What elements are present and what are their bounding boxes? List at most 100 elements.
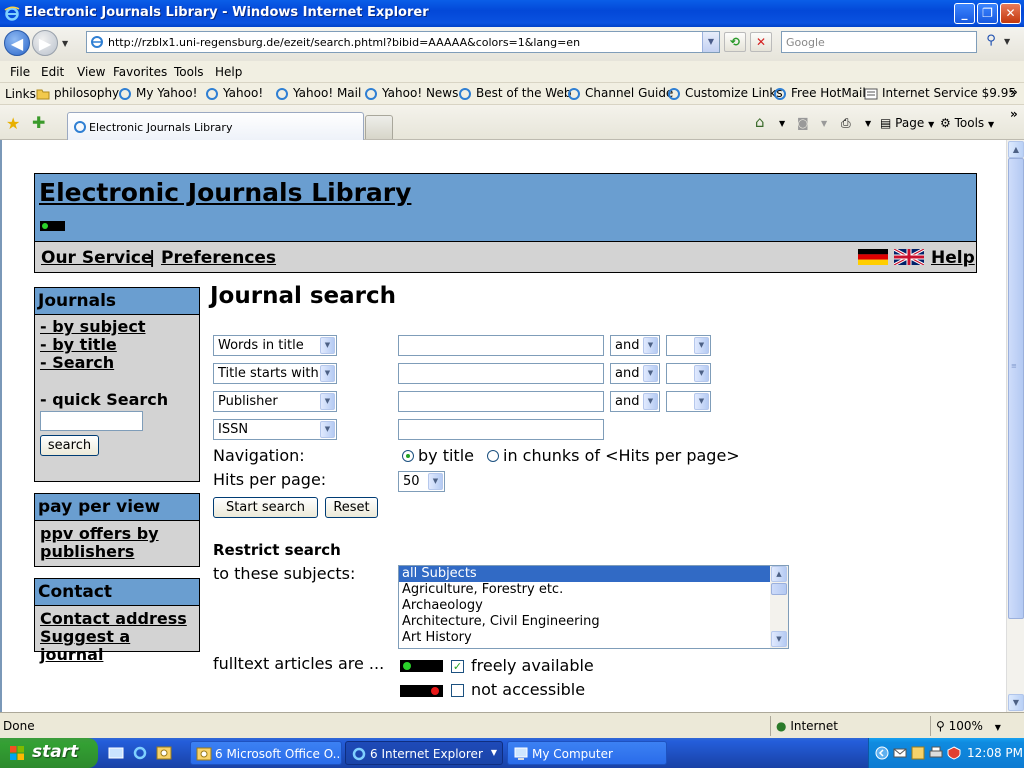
tools-menu-button[interactable]: ⚙ Tools ▼ (940, 116, 994, 130)
help-link[interactable]: Help (931, 248, 975, 268)
link-yahoo-news[interactable]: Yahoo! News (364, 86, 458, 103)
command-overflow-chevron-icon[interactable]: » (1010, 107, 1018, 121)
quick-search-input[interactable] (40, 411, 143, 431)
link-my-yahoo[interactable]: My Yahoo! (118, 86, 197, 103)
subject-option[interactable]: Archaeology (399, 598, 788, 614)
search-term-input-2[interactable] (398, 363, 604, 384)
add-favorite-icon[interactable]: ✚ (32, 113, 45, 132)
subject-option[interactable]: Art History (399, 630, 788, 646)
search-options-dropdown-icon[interactable]: ▼ (1004, 37, 1010, 46)
scroll-down-icon[interactable]: ▼ (1008, 694, 1024, 711)
link-yahoo-mail[interactable]: Yahoo! Mail (275, 86, 361, 103)
start-button[interactable]: start (0, 738, 98, 768)
scroll-up-icon[interactable]: ▲ (771, 566, 787, 582)
menu-favorites[interactable]: Favorites (113, 65, 167, 79)
modifier-select-2[interactable]: ▼ (666, 363, 711, 384)
minimize-button[interactable]: _ (954, 3, 975, 24)
forward-button[interactable]: ▶ (32, 30, 58, 56)
restore-button[interactable]: ❐ (977, 3, 998, 24)
subject-option-all[interactable]: all Subjects (399, 566, 788, 582)
freely-available-checkbox[interactable]: ✓ (451, 660, 464, 673)
field-select-4[interactable]: ISSN ▼ (213, 419, 337, 440)
modifier-select-3[interactable]: ▼ (666, 391, 711, 412)
task-my-computer[interactable]: My Computer (507, 741, 667, 765)
suggest-journal-link[interactable]: Suggest a journal (35, 628, 199, 664)
link-channel-guide[interactable]: Channel Guide (567, 86, 673, 103)
by-subject-link[interactable]: - by subject (35, 318, 199, 336)
menu-help[interactable]: Help (215, 65, 242, 79)
ie-quicklaunch-icon[interactable] (132, 745, 148, 761)
hits-per-page-select[interactable]: 50 ▼ (398, 471, 445, 492)
recent-pages-dropdown-icon[interactable]: ▼ (62, 39, 68, 48)
menu-file[interactable]: File (10, 65, 30, 79)
refresh-button[interactable]: ⟲ (724, 32, 746, 52)
field-select-3[interactable]: Publisher ▼ (213, 391, 337, 412)
home-icon[interactable]: ⌂ (755, 113, 765, 131)
ppv-offers-link[interactable]: ppv offers by publishers (35, 525, 175, 561)
task-internet-explorer[interactable]: 6 Internet Explorer ▼ (345, 741, 503, 765)
page-menu-button[interactable]: ▤ Page ▼ (880, 116, 934, 130)
tray-expand-icon[interactable] (875, 746, 889, 760)
security-alert-tray-icon[interactable] (947, 746, 961, 760)
favorites-star-icon[interactable]: ★ (6, 114, 20, 133)
mail-tray-icon[interactable] (893, 746, 907, 760)
quick-search-button[interactable]: search (40, 435, 99, 456)
menu-view[interactable]: View (77, 65, 105, 79)
modifier-select-1[interactable]: ▼ (666, 335, 711, 356)
close-button[interactable]: ✕ (1000, 3, 1021, 24)
reset-button[interactable]: Reset (325, 497, 378, 518)
field-select-2[interactable]: Title starts with ... ▼ (213, 363, 337, 384)
by-title-link[interactable]: - by title (35, 336, 199, 354)
menu-edit[interactable]: Edit (41, 65, 64, 79)
subject-option[interactable]: Agriculture, Forestry etc. (399, 582, 788, 598)
page-scrollbar[interactable]: ▲ ≡ ▼ (1006, 140, 1024, 712)
print-dropdown-icon[interactable]: ▼ (865, 119, 871, 128)
subjects-listbox[interactable]: all Subjects Agriculture, Forestry etc. … (398, 565, 789, 649)
task-microsoft-office[interactable]: 6 Microsoft Office O... (190, 741, 342, 765)
operator-select-1[interactable]: and ▼ (610, 335, 660, 356)
search-input[interactable]: Google (781, 31, 977, 53)
uk-flag-icon[interactable] (894, 249, 924, 265)
link-philosophy[interactable]: philosophy (36, 86, 119, 103)
stop-button[interactable]: ✕ (750, 32, 772, 52)
site-title-link[interactable]: Electronic Journals Library (39, 178, 411, 207)
contact-address-link[interactable]: Contact address (35, 610, 199, 628)
operator-select-2[interactable]: and ▼ (610, 363, 660, 384)
print-icon[interactable]: ⎙ (841, 116, 851, 131)
address-bar[interactable]: http://rzblx1.uni-regensburg.de/ezeit/se… (86, 31, 720, 53)
link-best-of-the-web[interactable]: Best of the Web (458, 86, 571, 103)
preferences-link[interactable]: Preferences (161, 248, 276, 268)
issn-input[interactable] (398, 419, 604, 440)
field-select-1[interactable]: Words in title ▼ (213, 335, 337, 356)
links-overflow-chevron-icon[interactable]: » (1010, 85, 1018, 99)
address-dropdown-icon[interactable]: ▼ (702, 32, 719, 52)
feeds-dropdown-icon[interactable]: ▼ (821, 119, 827, 128)
search-term-input-1[interactable] (398, 335, 604, 356)
link-yahoo[interactable]: Yahoo! (205, 86, 263, 103)
nav-by-title-radio[interactable] (402, 450, 414, 462)
german-flag-icon[interactable] (858, 249, 888, 265)
link-customize-links[interactable]: Customize Links (667, 86, 783, 103)
search-term-input-3[interactable] (398, 391, 604, 412)
operator-select-3[interactable]: and ▼ (610, 391, 660, 412)
subjects-scrollbar[interactable]: ▲ ▼ (770, 566, 788, 648)
scroll-thumb[interactable] (771, 583, 787, 595)
scroll-down-icon[interactable]: ▼ (771, 631, 787, 647)
our-service-link[interactable]: Our Service (41, 248, 153, 268)
menu-tools[interactable]: Tools (174, 65, 204, 79)
tab-electronic-journals-library[interactable]: Electronic Journals Library (67, 112, 364, 140)
feeds-icon[interactable]: ◙ (797, 116, 809, 130)
new-tab-button[interactable] (365, 115, 393, 139)
zoom-control[interactable]: ⚲ 100% ▼ (936, 719, 1001, 733)
back-button[interactable]: ◀ (4, 30, 30, 56)
outlook-tray-icon[interactable] (911, 746, 925, 760)
start-search-button[interactable]: Start search (213, 497, 318, 518)
link-internet-service[interactable]: Internet Service $9.95 (864, 86, 1016, 103)
subject-option[interactable]: Architecture, Civil Engineering (399, 614, 788, 630)
nav-chunks-radio[interactable] (487, 450, 499, 462)
scroll-up-icon[interactable]: ▲ (1008, 141, 1024, 158)
search-link[interactable]: - Search (35, 354, 199, 372)
printer-tray-icon[interactable] (929, 746, 943, 760)
outlook-quicklaunch-icon[interactable] (156, 745, 172, 761)
show-desktop-icon[interactable] (108, 745, 124, 761)
